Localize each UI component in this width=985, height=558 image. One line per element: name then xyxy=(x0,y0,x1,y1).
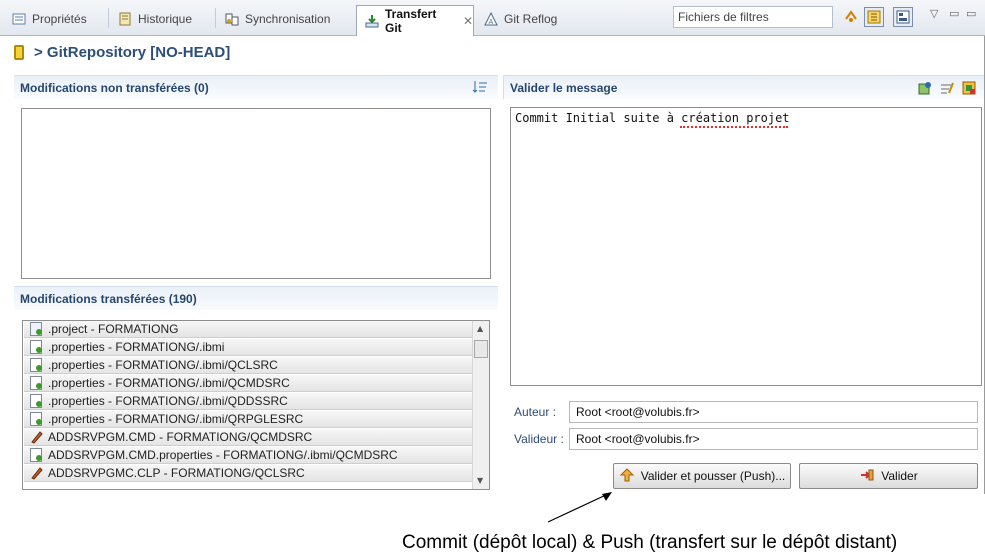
list-item[interactable]: ADDSRVPGM.CMD - FORMATIONG/QCMDSRC xyxy=(24,429,473,446)
tab-synchronize[interactable]: Synchronisation xyxy=(217,6,355,31)
svg-text:A: A xyxy=(489,18,494,26)
minimize-icon[interactable]: ▭ xyxy=(949,7,959,20)
push-icon xyxy=(619,467,635,486)
source-member-icon xyxy=(30,430,43,444)
file-added-icon xyxy=(30,376,42,390)
commit-message-header: Valider le message xyxy=(503,75,984,99)
file-added-icon xyxy=(30,394,42,408)
list-item[interactable]: .project - FORMATIONG xyxy=(24,321,473,338)
unstaged-changes-list[interactable] xyxy=(21,108,491,279)
list-item[interactable]: .properties - FORMATIONG/.ibmi/QDDSSRC xyxy=(24,393,473,410)
list-item[interactable]: .properties - FORMATIONG/.ibmi/QCMDSRC xyxy=(24,375,473,392)
amend-icon[interactable] xyxy=(940,81,954,98)
page-title: > GitRepository [NO-HEAD] xyxy=(34,44,231,61)
file-added-icon xyxy=(30,412,42,426)
staged-changes-list[interactable]: .project - FORMATIONG .properties - FORM… xyxy=(22,320,490,490)
xml-file-icon xyxy=(30,322,42,336)
layout-columns-icon[interactable] xyxy=(893,7,913,27)
commit-message-text: Commit Initial suite à création projet xyxy=(515,111,790,125)
staged-changes-header: Modifications transférées (190) xyxy=(14,286,498,310)
close-tab-icon[interactable]: ✕ xyxy=(463,14,473,28)
commit-message-textarea[interactable] xyxy=(510,107,982,386)
git-staging-view: Propriétés Historique Synchronisation Tr… xyxy=(0,0,985,494)
git-reflog-icon: A xyxy=(484,11,498,26)
scroll-up-icon[interactable]: ▲ xyxy=(477,324,483,333)
list-item[interactable]: ADDSRVPGM.CMD.properties - FORMATIONG/.i… xyxy=(24,447,473,464)
history-icon xyxy=(118,12,132,26)
tab-separator xyxy=(215,8,216,28)
signed-off-by-icon[interactable] xyxy=(962,81,976,98)
maximize-icon[interactable]: ▭ xyxy=(966,7,976,20)
repository-title-bar: > GitRepository [NO-HEAD] xyxy=(0,37,985,68)
file-added-icon xyxy=(30,340,42,354)
view-menu-icon[interactable]: ▽ xyxy=(930,7,938,20)
list-item[interactable]: .properties - FORMATIONG/.ibmi/QRPGLESRC xyxy=(24,411,473,428)
commit-and-push-button[interactable]: Valider et pousser (Push)... xyxy=(613,463,791,489)
tab-separator xyxy=(108,8,109,28)
refresh-icon[interactable] xyxy=(841,7,861,27)
commit-button[interactable]: Valider xyxy=(799,463,978,489)
scrollbar-thumb[interactable] xyxy=(474,340,488,358)
repository-icon xyxy=(14,45,24,60)
author-field[interactable]: Root <root@volubis.fr> xyxy=(569,401,978,423)
source-member-icon xyxy=(30,466,43,480)
author-label: Auteur : xyxy=(514,405,557,419)
tab-properties[interactable]: Propriétés xyxy=(4,6,104,31)
unstaged-changes-header: Modifications non transférées (0) xyxy=(14,75,498,99)
tab-history[interactable]: Historique xyxy=(110,6,214,31)
annotation-arrow xyxy=(547,492,612,523)
committer-label: Valideur : xyxy=(514,432,564,446)
list-item[interactable]: .properties - FORMATIONG/.ibmi xyxy=(24,339,473,356)
committer-field[interactable]: Root <root@volubis.fr> xyxy=(569,428,978,450)
tab-git-reflog[interactable]: A Git Reflog xyxy=(476,6,580,31)
file-added-icon xyxy=(30,448,42,462)
file-added-icon xyxy=(30,358,42,372)
add-signed-off-icon[interactable] xyxy=(918,81,932,98)
tab-git-staging[interactable]: Transfert Git ✕ xyxy=(356,5,474,36)
filter-files-input[interactable]: Fichiers de filtres xyxy=(673,6,833,28)
view-tab-bar: Propriétés Historique Synchronisation Tr… xyxy=(0,0,985,36)
spellcheck-underline xyxy=(680,125,788,128)
commit-icon xyxy=(859,467,875,486)
annotation-caption: Commit (dépôt local) & Push (transfert s… xyxy=(402,532,898,553)
list-scrollbar[interactable]: ▲ ▼ xyxy=(472,321,489,489)
git-staging-icon xyxy=(365,14,379,28)
synchronize-icon xyxy=(225,12,239,26)
scroll-down-icon[interactable]: ▼ xyxy=(477,476,483,485)
list-item[interactable]: ADDSRVPGMC.CLP - FORMATIONG/QCLSRC xyxy=(24,465,473,482)
tree-presentation-icon[interactable] xyxy=(864,7,884,27)
sort-icon[interactable] xyxy=(472,80,488,97)
properties-icon xyxy=(12,12,26,26)
list-item[interactable]: .properties - FORMATIONG/.ibmi/QCLSRC xyxy=(24,357,473,374)
